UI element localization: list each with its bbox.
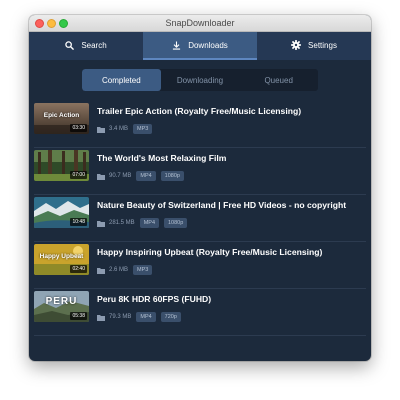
tab-search-label: Search bbox=[81, 40, 107, 50]
duration-badge: 05:38 bbox=[70, 312, 87, 320]
segment-completed[interactable]: Completed bbox=[82, 69, 161, 91]
video-thumbnail: Epic Action 03:30 bbox=[34, 103, 89, 134]
list-item[interactable]: 10:48 Nature Beauty of Switzerland | Fre… bbox=[34, 195, 366, 242]
file-size: 3.4 MB bbox=[109, 126, 129, 132]
window-title: SnapDownloader bbox=[165, 18, 235, 28]
duration-badge: 07:00 bbox=[70, 171, 87, 179]
file-size: 79.3 MB bbox=[109, 314, 132, 320]
title-bar: SnapDownloader bbox=[29, 15, 371, 32]
download-icon bbox=[173, 40, 181, 50]
format-badge: MP4 bbox=[136, 312, 156, 322]
format-badge: MP3 bbox=[133, 124, 153, 134]
list-item[interactable]: 07:00 The World's Most Relaxing Film 90.… bbox=[34, 148, 366, 195]
gear-icon bbox=[291, 40, 302, 50]
video-title: Happy Inspiring Upbeat (Royalty Free/Mus… bbox=[97, 247, 323, 257]
segment-queued[interactable]: Queued bbox=[239, 69, 318, 91]
video-title: The World's Most Relaxing Film bbox=[97, 153, 227, 163]
video-title: Trailer Epic Action (Royalty Free/Music … bbox=[97, 106, 302, 116]
thumbnail-caption: PERU bbox=[45, 296, 78, 307]
video-thumbnail: PERU 05:38 bbox=[34, 291, 89, 322]
video-meta: 2.6 MB MP3 bbox=[97, 265, 157, 275]
app-window: SnapDownloader Search Downloads Settings… bbox=[29, 15, 371, 361]
folder-icon[interactable] bbox=[97, 220, 105, 227]
file-size: 90.7 MB bbox=[109, 173, 132, 179]
list-item[interactable]: Epic Action 03:30 Trailer Epic Action (R… bbox=[34, 101, 366, 148]
quality-badge: 720p bbox=[160, 312, 181, 322]
segment-downloading[interactable]: Downloading bbox=[161, 69, 240, 91]
format-badge: MP4 bbox=[139, 218, 159, 228]
duration-badge: 03:30 bbox=[70, 124, 87, 132]
video-title: Peru 8K HDR 60FPS (FUHD) bbox=[97, 294, 212, 304]
file-size: 281.5 MB bbox=[109, 220, 135, 226]
list-item[interactable]: Happy Upbeat 02:40 Happy Inspiring Upbea… bbox=[34, 242, 366, 289]
video-meta: 281.5 MB MP4 1080p bbox=[97, 218, 192, 228]
quality-badge: 1080p bbox=[164, 218, 188, 228]
video-thumbnail: Happy Upbeat 02:40 bbox=[34, 244, 89, 275]
format-badge: MP3 bbox=[133, 265, 153, 275]
duration-badge: 10:48 bbox=[70, 218, 87, 226]
quality-badge: 1080p bbox=[160, 171, 184, 181]
folder-icon[interactable] bbox=[97, 314, 105, 321]
thumbnail-caption: Epic Action bbox=[43, 112, 80, 119]
tab-downloads[interactable]: Downloads bbox=[143, 32, 257, 60]
folder-icon[interactable] bbox=[97, 126, 105, 133]
folder-icon[interactable] bbox=[97, 173, 105, 180]
list-item[interactable]: PERU 05:38 Peru 8K HDR 60FPS (FUHD) 79.3… bbox=[34, 289, 366, 336]
folder-icon[interactable] bbox=[97, 267, 105, 274]
video-meta: 90.7 MB MP4 1080p bbox=[97, 171, 189, 181]
downloads-list: Epic Action 03:30 Trailer Epic Action (R… bbox=[34, 101, 366, 336]
format-badge: MP4 bbox=[136, 171, 156, 181]
tab-settings[interactable]: Settings bbox=[257, 32, 371, 60]
video-thumbnail: 07:00 bbox=[34, 150, 89, 181]
video-meta: 79.3 MB MP4 720p bbox=[97, 312, 186, 322]
main-nav: Search Downloads Settings bbox=[29, 32, 371, 60]
search-icon bbox=[65, 40, 75, 50]
tab-downloads-label: Downloads bbox=[188, 40, 228, 50]
tab-search[interactable]: Search bbox=[29, 32, 143, 60]
video-meta: 3.4 MB MP3 bbox=[97, 124, 157, 134]
file-size: 2.6 MB bbox=[109, 267, 129, 273]
download-status-segmented-control: Completed Downloading Queued bbox=[82, 69, 318, 91]
thumbnail-caption: Happy Upbeat bbox=[39, 253, 84, 260]
duration-badge: 02:40 bbox=[70, 265, 87, 273]
video-title: Nature Beauty of Switzerland | Free HD V… bbox=[97, 200, 347, 210]
tab-settings-label: Settings bbox=[308, 40, 337, 50]
video-thumbnail: 10:48 bbox=[34, 197, 89, 228]
